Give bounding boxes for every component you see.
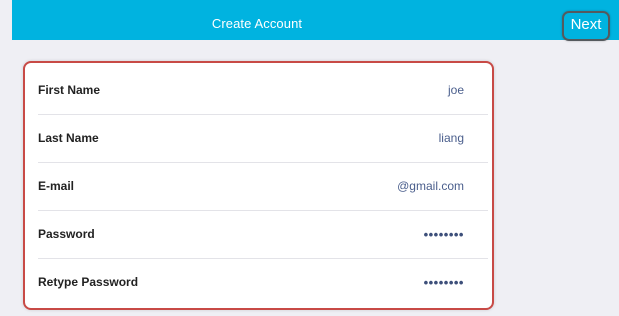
password-label: Password: [38, 227, 95, 241]
retype-password-field[interactable]: ••••••••: [424, 259, 464, 306]
account-form: First Name joe Last Name liang E-mail @g…: [23, 61, 494, 310]
first-name-row[interactable]: First Name joe: [38, 67, 488, 115]
email-field[interactable]: @gmail.com: [397, 163, 464, 210]
retype-password-label: Retype Password: [38, 275, 139, 289]
email-row[interactable]: E-mail @gmail.com: [38, 163, 488, 211]
create-account-screen: Create Account Next First Name joe Last …: [0, 0, 619, 316]
page-title: Create Account: [211, 16, 303, 31]
last-name-label: Last Name: [38, 131, 99, 145]
email-label: E-mail: [38, 179, 75, 193]
next-button[interactable]: Next: [562, 11, 610, 41]
first-name-label: First Name: [38, 83, 101, 97]
last-name-row[interactable]: Last Name liang: [38, 115, 488, 163]
first-name-field[interactable]: joe: [448, 67, 464, 114]
password-field[interactable]: ••••••••: [424, 211, 464, 258]
navigation-bar: Create Account Next: [12, 0, 619, 41]
retype-password-row[interactable]: Retype Password ••••••••: [38, 259, 488, 306]
password-row[interactable]: Password ••••••••: [38, 211, 488, 259]
last-name-field[interactable]: liang: [439, 115, 464, 162]
